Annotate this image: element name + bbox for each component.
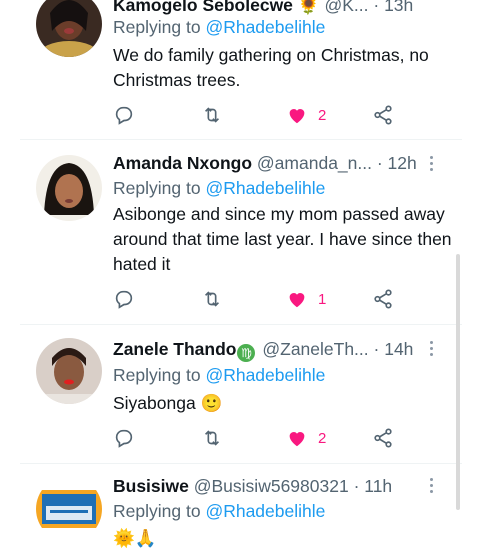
- replying-to: Replying to @Rhadebelihle: [113, 501, 325, 521]
- share-button[interactable]: [372, 103, 394, 127]
- more-icon[interactable]: [430, 478, 434, 496]
- tweet[interactable]: Kamogelo Sebolecwe 🌻 @K... · 13h Replyin…: [0, 0, 480, 140]
- share-button[interactable]: [372, 426, 394, 450]
- like-button[interactable]: 2: [286, 426, 326, 450]
- mention-link[interactable]: @Rhadebelihle: [205, 501, 325, 521]
- share-icon: [374, 428, 392, 448]
- tweet[interactable]: Amanda Nxongo @amanda_n... · 12h Replyin…: [0, 140, 480, 325]
- tweet-header: Busisiwe @Busisiw56980321 · 11h: [113, 476, 392, 496]
- reply-icon: [115, 290, 133, 309]
- retweet-button[interactable]: [201, 426, 223, 450]
- like-button[interactable]: 2: [286, 103, 326, 127]
- tweet[interactable]: Busisiwe @Busisiw56980321 · 11h Replying…: [0, 464, 480, 557]
- retweet-button[interactable]: [201, 287, 223, 311]
- share-button[interactable]: [372, 287, 394, 311]
- display-name[interactable]: Zanele Thando: [113, 339, 236, 359]
- tweet-text: Asibonge and since my mom passed away ar…: [113, 204, 452, 274]
- heart-filled-icon: [289, 432, 305, 447]
- avatar[interactable]: [36, 476, 102, 542]
- avatar[interactable]: [36, 338, 102, 404]
- reply-button[interactable]: [113, 287, 135, 311]
- replying-to: Replying to @Rhadebelihle: [113, 178, 325, 198]
- like-count: 2: [318, 429, 327, 447]
- timestamp[interactable]: · 11h: [354, 476, 393, 496]
- tweet-text: We do family gathering on Christmas, no …: [113, 45, 429, 90]
- more-icon[interactable]: [430, 341, 434, 359]
- reply-button[interactable]: [113, 426, 135, 450]
- avatar[interactable]: [36, 0, 102, 57]
- virgo-emoji: ♍: [237, 344, 256, 362]
- reply-icon: [115, 429, 133, 448]
- tweet-actions: 2: [113, 426, 403, 450]
- tweet[interactable]: Zanele Thando ♍ @ZaneleTh... · 14h Replyi…: [0, 325, 480, 464]
- mention-link[interactable]: @Rhadebelihle: [205, 365, 325, 385]
- like-count: 1: [318, 290, 327, 308]
- handle[interactable]: @Busisiw56980321: [194, 476, 349, 496]
- handle[interactable]: @amanda_n...: [257, 153, 372, 173]
- display-name[interactable]: Kamogelo Sebolecwe: [113, 0, 293, 15]
- heart-filled-icon: [289, 293, 305, 308]
- timestamp[interactable]: · 13h: [373, 0, 413, 15]
- mention-link[interactable]: @Rhadebelihle: [205, 178, 325, 198]
- replying-to: Replying to @Rhadebelihle: [113, 17, 325, 37]
- reply-icon: [115, 106, 133, 125]
- tweet-header: Kamogelo Sebolecwe 🌻 @K... · 13h: [113, 0, 413, 15]
- display-name[interactable]: Amanda Nxongo: [113, 153, 252, 173]
- more-icon[interactable]: [430, 156, 434, 174]
- tweet-text: 🌞🙏: [113, 528, 157, 548]
- share-icon: [374, 105, 392, 125]
- handle[interactable]: @K...: [324, 0, 368, 15]
- mention-link[interactable]: @Rhadebelihle: [205, 17, 325, 37]
- tweet-header: Amanda Nxongo @amanda_n... · 12h: [113, 153, 417, 173]
- like-button[interactable]: 1: [286, 287, 326, 311]
- name-emoji: 🌻: [297, 0, 320, 15]
- tweet-actions: 2: [113, 103, 403, 127]
- scrollbar[interactable]: [456, 254, 460, 510]
- replying-to: Replying to @Rhadebelihle: [113, 365, 325, 385]
- retweet-icon: [204, 291, 220, 307]
- handle[interactable]: @ZaneleTh...: [262, 339, 368, 359]
- like-count: 2: [318, 106, 327, 124]
- retweet-icon: [204, 430, 220, 446]
- replying-to-label: Replying to: [113, 178, 201, 198]
- reply-button[interactable]: [113, 103, 135, 127]
- retweet-button[interactable]: [201, 103, 223, 127]
- retweet-icon: [204, 107, 220, 123]
- tweet-header: Zanele Thando ♍ @ZaneleTh... · 14h: [113, 339, 413, 362]
- display-name[interactable]: Busisiwe: [113, 476, 189, 496]
- tweet-text: Siyabonga 🙂: [113, 393, 223, 413]
- avatar[interactable]: [36, 155, 102, 221]
- replying-to-label: Replying to: [113, 17, 201, 37]
- heart-filled-icon: [289, 109, 305, 124]
- timestamp[interactable]: · 12h: [377, 153, 417, 173]
- tweet-actions: 1: [113, 287, 403, 311]
- replying-to-label: Replying to: [113, 365, 201, 385]
- share-icon: [374, 289, 392, 309]
- timestamp[interactable]: · 14h: [374, 339, 414, 359]
- replying-to-label: Replying to: [113, 501, 201, 521]
